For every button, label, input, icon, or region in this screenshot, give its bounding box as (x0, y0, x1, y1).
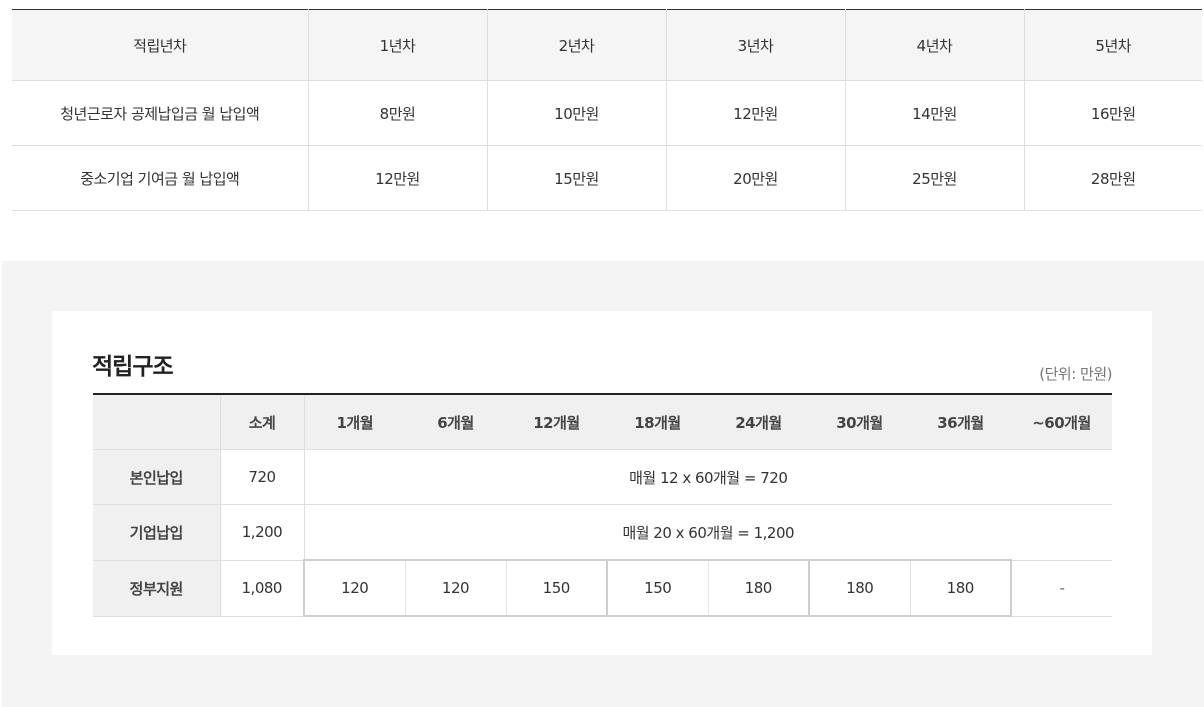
table-cell: 12만원 (307, 145, 487, 211)
table-row: 청년근로자 공제납입금 월 납입액 8만원 10만원 12만원 14만원 16만… (12, 80, 1202, 146)
structure-section: 적립구조 (단위: 만원) 소계 1개월 6개월 12개월 18개월 24개월 … (2, 261, 1204, 707)
unit-note: (단위: 만원) (1039, 365, 1112, 383)
row-label: 정부지원 (93, 560, 220, 617)
header-cell-month: 12개월 (506, 394, 607, 450)
table-cell: 20만원 (665, 145, 845, 211)
structure-table: 소계 1개월 6개월 12개월 18개월 24개월 30개월 36개월 ~60개… (93, 393, 1112, 617)
table-header-row: 소계 1개월 6개월 12개월 18개월 24개월 30개월 36개월 ~60개… (93, 394, 1112, 450)
support-cell: 120 (404, 559, 506, 617)
table-row: 중소기업 기여금 월 납입액 12만원 15만원 20만원 25만원 28만원 (12, 145, 1202, 211)
table-row-government: 정부지원 1,080 120 120 150 150 180 180 180 - (93, 559, 1112, 617)
table-cell: 16만원 (1023, 80, 1202, 146)
header-cell-subtotal: 소계 (219, 394, 305, 450)
header-cell: 4년차 (844, 9, 1024, 81)
header-cell-month: ~60개월 (1011, 394, 1112, 450)
header-cell-month: 30개월 (809, 394, 910, 450)
header-cell: 1년차 (307, 9, 487, 81)
savings-schedule-table: 적립년차 1년차 2년차 3년차 4년차 5년차 청년근로자 공제납입금 월 납… (12, 9, 1202, 211)
table-cell: 10만원 (486, 80, 666, 146)
subtotal-cell: 1,080 (219, 560, 305, 617)
table-cell: 15만원 (486, 145, 666, 211)
section-title: 적립구조 (92, 354, 174, 380)
table-row-company: 기업납입 1,200 매월 20 x 60개월 = 1,200 (93, 504, 1112, 561)
header-cell-month: 24개월 (708, 394, 809, 450)
header-cell-month: 18개월 (607, 394, 708, 450)
formula-cell: 매월 12 x 60개월 = 720 (304, 449, 1112, 505)
structure-card: 적립구조 (단위: 만원) 소계 1개월 6개월 12개월 18개월 24개월 … (52, 311, 1152, 655)
row-label: 청년근로자 공제납입금 월 납입액 (12, 80, 308, 146)
support-cell: 180 (808, 559, 910, 617)
subtotal-cell: 1,200 (219, 504, 305, 561)
header-cell-month: 6개월 (405, 394, 506, 450)
support-cell: 150 (606, 559, 708, 617)
support-cell-empty: - (1011, 560, 1112, 617)
table-cell: 28만원 (1023, 145, 1202, 211)
header-cell: 3년차 (665, 9, 845, 81)
row-label: 기업납입 (93, 504, 220, 561)
header-cell-month: 36개월 (910, 394, 1011, 450)
table-cell: 14만원 (844, 80, 1024, 146)
header-cell-month: 1개월 (304, 394, 405, 450)
row-label: 본인납입 (93, 449, 220, 505)
row-label: 중소기업 기여금 월 납입액 (12, 145, 308, 211)
support-cell: 180 (707, 559, 810, 617)
table-cell: 25만원 (844, 145, 1024, 211)
support-cell: 120 (303, 559, 405, 617)
header-cell: 2년차 (486, 9, 666, 81)
support-cell: 180 (909, 559, 1012, 617)
subtotal-cell: 720 (219, 449, 305, 505)
support-cell: 150 (505, 559, 608, 617)
header-cell-empty (93, 394, 220, 450)
formula-cell: 매월 20 x 60개월 = 1,200 (304, 504, 1112, 561)
table-cell: 8만원 (307, 80, 487, 146)
header-cell: 적립년차 (12, 9, 308, 81)
header-cell: 5년차 (1023, 9, 1202, 81)
table-row-personal: 본인납입 720 매월 12 x 60개월 = 720 (93, 449, 1112, 505)
table-header-row: 적립년차 1년차 2년차 3년차 4년차 5년차 (12, 9, 1202, 81)
table-cell: 12만원 (665, 80, 845, 146)
